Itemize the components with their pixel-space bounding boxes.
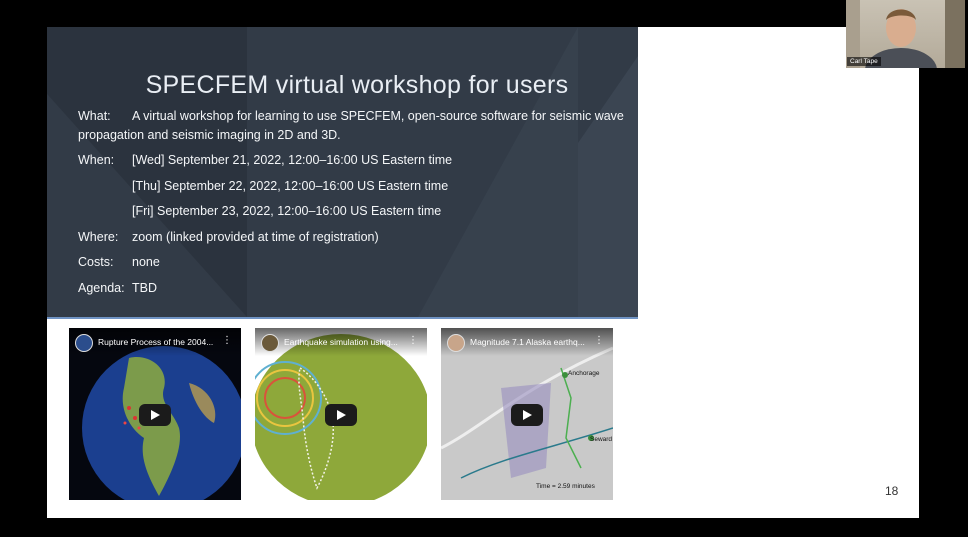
video-thumbnail-rupture[interactable]: Rupture Process of the 2004... ⋮: [69, 328, 241, 500]
row-label: Costs:: [78, 255, 114, 269]
row-value: TBD: [132, 281, 157, 295]
row-value: propagation and seismic imaging in 2D an…: [78, 128, 341, 142]
presentation-slide: SPECFEM virtual workshop for users What:…: [47, 27, 919, 518]
row-value: [Thu] September 22, 2022, 12:00–16:00 US…: [132, 179, 449, 193]
video-thumbnail-alaska-earthquake[interactable]: Anchorage Seward Time = 2.59 minutes Mag…: [441, 328, 613, 500]
row-label: Where:: [78, 230, 119, 244]
channel-avatar[interactable]: [447, 334, 465, 352]
more-options-icon[interactable]: ⋮: [594, 336, 604, 346]
map-time-readout: Time = 2.59 minutes: [536, 483, 596, 490]
participant-video[interactable]: Carl Tape: [846, 0, 965, 68]
play-icon[interactable]: [139, 404, 171, 426]
video-title[interactable]: Earthquake simulation using...: [284, 337, 409, 347]
map-label-seward: Seward: [590, 436, 612, 443]
play-icon[interactable]: [511, 404, 543, 426]
row-value: zoom (linked provided at time of registr…: [132, 230, 379, 244]
row-value: none: [132, 255, 160, 269]
row-value: A virtual workshop for learning to use S…: [132, 109, 624, 123]
slide-title: SPECFEM virtual workshop for users: [145, 71, 569, 99]
video-title[interactable]: Rupture Process of the 2004...: [98, 337, 223, 347]
more-options-icon[interactable]: ⋮: [408, 336, 418, 346]
video-thumbnail-earthquake-simulation[interactable]: Earthquake simulation using... ⋮: [255, 328, 427, 500]
row-value: [Fri] September 23, 2022, 12:00–16:00 US…: [132, 204, 442, 218]
row-label: Agenda:: [78, 281, 125, 295]
channel-avatar[interactable]: [75, 334, 93, 352]
row-label: When:: [78, 153, 115, 167]
slide-header-panel: SPECFEM virtual workshop for users What:…: [47, 27, 638, 319]
row-value: [Wed] September 21, 2022, 12:00–16:00 US…: [132, 153, 453, 167]
slide-page-number: 18: [885, 484, 899, 498]
more-options-icon[interactable]: ⋮: [222, 336, 232, 346]
participant-name: Carl Tape: [847, 57, 881, 66]
play-icon[interactable]: [325, 404, 357, 426]
video-title[interactable]: Magnitude 7.1 Alaska earthq...: [470, 337, 595, 347]
channel-avatar[interactable]: [261, 334, 279, 352]
map-label-anchorage: Anchorage: [568, 370, 600, 377]
row-label: What:: [78, 109, 111, 123]
